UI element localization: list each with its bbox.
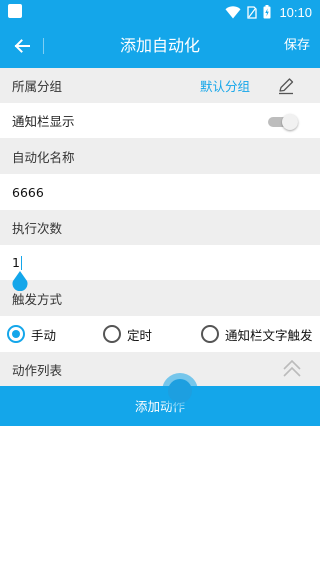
back-button[interactable] xyxy=(8,32,36,60)
radio-notification-text-label: 通知栏文字触发 xyxy=(225,327,313,343)
status-bar: 10:10 xyxy=(0,0,320,24)
execution-count-value: 1 xyxy=(12,255,20,270)
radio-manual[interactable]: 手动 xyxy=(7,316,56,352)
page-title: 添加自动化 xyxy=(119,36,200,55)
app-bar-divider xyxy=(43,38,44,54)
notification-display-label: 通知栏显示 xyxy=(12,114,75,129)
notification-icon xyxy=(8,4,22,18)
automation-name-value: 6666 xyxy=(12,184,44,200)
pencil-icon[interactable] xyxy=(276,76,296,96)
radio-checked-icon xyxy=(7,325,25,343)
radio-notification-text[interactable]: 通知栏文字触发 xyxy=(201,316,313,352)
trigger-label: 触发方式 xyxy=(12,291,63,307)
automation-name-field[interactable]: 6666 xyxy=(0,174,320,210)
touch-ripple-center xyxy=(168,379,192,403)
execution-count-label: 执行次数 xyxy=(12,221,63,236)
automation-name-label-row: 自动化名称 xyxy=(0,138,320,174)
notification-display-row: 通知栏显示 xyxy=(0,103,320,138)
status-icons: 10:10 xyxy=(225,0,312,24)
execution-count-field[interactable]: 1 xyxy=(0,245,320,280)
group-label: 所属分组 xyxy=(12,79,63,94)
execution-count-label-row: 执行次数 xyxy=(0,210,320,245)
trigger-options: 手动 定时 通知栏文字触发 xyxy=(0,316,320,352)
group-row: 所属分组 默认分组 xyxy=(0,68,320,103)
trigger-label-row: 触发方式 xyxy=(0,280,320,316)
double-chevron-up-icon[interactable] xyxy=(282,358,302,380)
add-action-label: 添加动作 xyxy=(134,399,185,414)
toggle-thumb xyxy=(282,113,298,130)
save-button[interactable]: 保存 xyxy=(284,24,310,68)
arrow-left-icon xyxy=(14,39,30,53)
app-bar: 添加自动化 保存 xyxy=(0,24,320,68)
group-value[interactable]: 默认分组 xyxy=(200,68,250,103)
add-action-button[interactable]: 添加动作 xyxy=(0,386,320,426)
radio-manual-label: 手动 xyxy=(31,327,57,343)
automation-name-label: 自动化名称 xyxy=(12,149,75,165)
radio-scheduled[interactable]: 定时 xyxy=(103,316,152,352)
sim-card-icon xyxy=(247,5,258,19)
cursor-handle-icon[interactable] xyxy=(11,271,29,291)
action-list-header: 动作列表 xyxy=(0,352,320,386)
text-caret xyxy=(20,255,22,270)
action-list-label: 动作列表 xyxy=(12,362,63,378)
wifi-icon xyxy=(225,5,241,18)
battery-charging-icon xyxy=(263,5,271,19)
radio-unchecked-icon xyxy=(103,325,121,343)
radio-scheduled-label: 定时 xyxy=(127,327,153,343)
notification-display-toggle[interactable] xyxy=(268,113,298,130)
radio-unchecked-icon xyxy=(201,325,219,343)
status-time: 10:10 xyxy=(279,4,312,20)
